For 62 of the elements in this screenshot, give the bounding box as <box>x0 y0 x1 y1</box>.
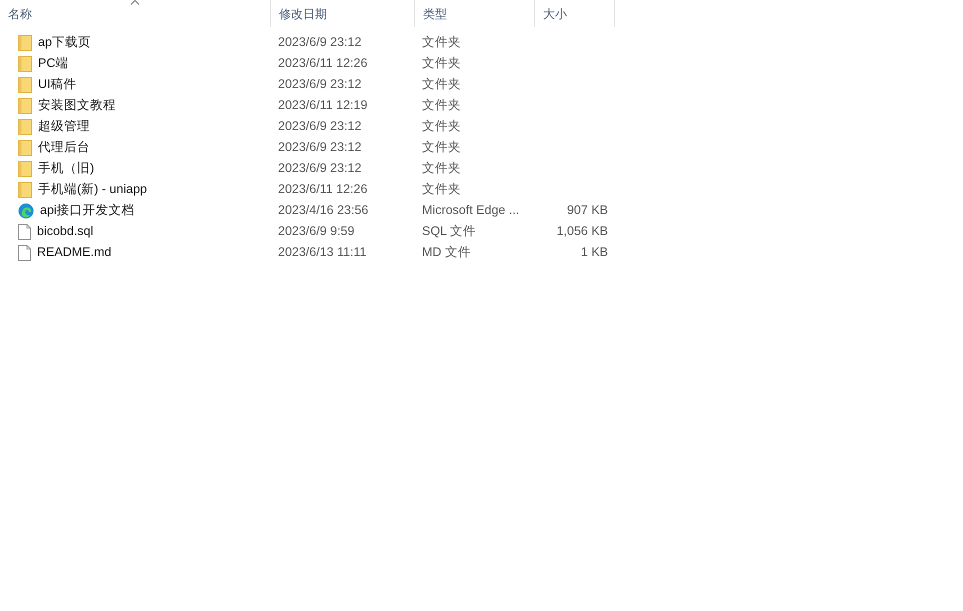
file-name: api接口开发文档 <box>40 202 135 220</box>
folder-icon <box>18 34 32 50</box>
column-header[interactable]: 修改日期 <box>271 0 415 27</box>
column-header[interactable]: 名称 <box>0 0 271 27</box>
file-name: README.md <box>37 244 112 262</box>
file-row[interactable]: 安装图文教程 2023/6/11 12:19 文件夹 <box>0 95 963 116</box>
size-cell-text: 907 KB <box>566 202 608 220</box>
file-name: 安装图文教程 <box>38 97 116 114</box>
file-name: 超级管理 <box>38 118 90 136</box>
column-header[interactable]: 类型 <box>415 0 535 27</box>
folder-icon <box>18 182 32 198</box>
file-row[interactable]: 手机端(新) - uniapp 2023/6/11 12:26 文件夹 <box>0 179 963 200</box>
type-cell: 文件夹 <box>422 119 461 134</box>
folder-icon <box>18 76 32 92</box>
file-name: ap下载页 <box>38 34 91 52</box>
type-cell: 文件夹 <box>422 56 461 70</box>
file-name: 手机端(新) - uniapp <box>38 181 147 198</box>
file-name: UI稿件 <box>38 76 76 94</box>
file-row[interactable]: README.md 2023/6/13 11:11 MD 文件 1 KB <box>0 242 963 263</box>
type-cell: MD 文件 <box>422 245 471 260</box>
folder-icon <box>18 160 32 176</box>
type-cell: 文件夹 <box>422 98 461 112</box>
type-cell: 文件夹 <box>422 140 461 154</box>
date-cell: 2023/4/16 23:56 <box>278 203 368 218</box>
file-row[interactable]: ap下载页 2023/6/9 23:12 文件夹 <box>0 32 963 53</box>
file-row[interactable]: PC端 2023/6/11 12:26 文件夹 <box>0 53 963 74</box>
date-cell: 2023/6/9 23:12 <box>278 77 362 92</box>
type-cell: 文件夹 <box>422 161 461 176</box>
file-row[interactable]: 超级管理 2023/6/9 23:12 文件夹 <box>0 116 963 137</box>
folder-icon <box>18 56 32 72</box>
date-cell: 2023/6/11 12:19 <box>278 98 368 112</box>
type-cell: Microsoft Edge ... <box>422 203 520 218</box>
type-cell: 文件夹 <box>422 35 461 50</box>
folder-icon <box>18 140 32 156</box>
file-icon <box>18 224 31 240</box>
file-name: bicobd.sql <box>37 223 94 240</box>
file-row[interactable]: api接口开发文档 2023/4/16 23:56 Microsoft Edge ... 907 KB <box>0 200 963 221</box>
column-header[interactable]: 大小 <box>535 0 615 27</box>
date-cell: 2023/6/11 12:26 <box>278 56 368 70</box>
size-cell-text: 1,056 KB <box>556 223 608 240</box>
file-row[interactable]: 手机（旧) 2023/6/9 23:12 文件夹 <box>0 158 963 179</box>
date-cell: 2023/6/13 11:11 <box>278 245 367 260</box>
file-row[interactable]: bicobd.sql 2023/6/9 9:59 SQL 文件 1,056 KB <box>0 221 963 242</box>
date-cell: 2023/6/9 23:12 <box>278 119 362 134</box>
type-cell: 文件夹 <box>422 77 461 92</box>
file-row[interactable]: 代理后台 2023/6/9 23:12 文件夹 <box>0 137 963 158</box>
date-cell: 2023/6/9 23:12 <box>278 161 362 176</box>
date-cell: 2023/6/9 23:12 <box>278 35 362 50</box>
type-cell: 文件夹 <box>422 182 461 196</box>
date-cell: 2023/6/11 12:26 <box>278 182 368 196</box>
file-name: 代理后台 <box>38 139 90 156</box>
date-cell: 2023/6/9 23:12 <box>278 140 362 154</box>
folder-icon <box>18 118 32 134</box>
file-name: PC端 <box>38 55 68 72</box>
file-name: 手机（旧) <box>38 160 94 178</box>
size-cell-text: 1 KB <box>580 244 608 262</box>
file-row[interactable]: UI稿件 2023/6/9 23:12 文件夹 <box>0 74 963 95</box>
folder-icon <box>18 98 32 114</box>
file-icon <box>18 244 31 260</box>
date-cell: 2023/6/9 9:59 <box>278 224 354 238</box>
type-cell: SQL 文件 <box>422 224 476 238</box>
browser-icon <box>18 202 34 218</box>
